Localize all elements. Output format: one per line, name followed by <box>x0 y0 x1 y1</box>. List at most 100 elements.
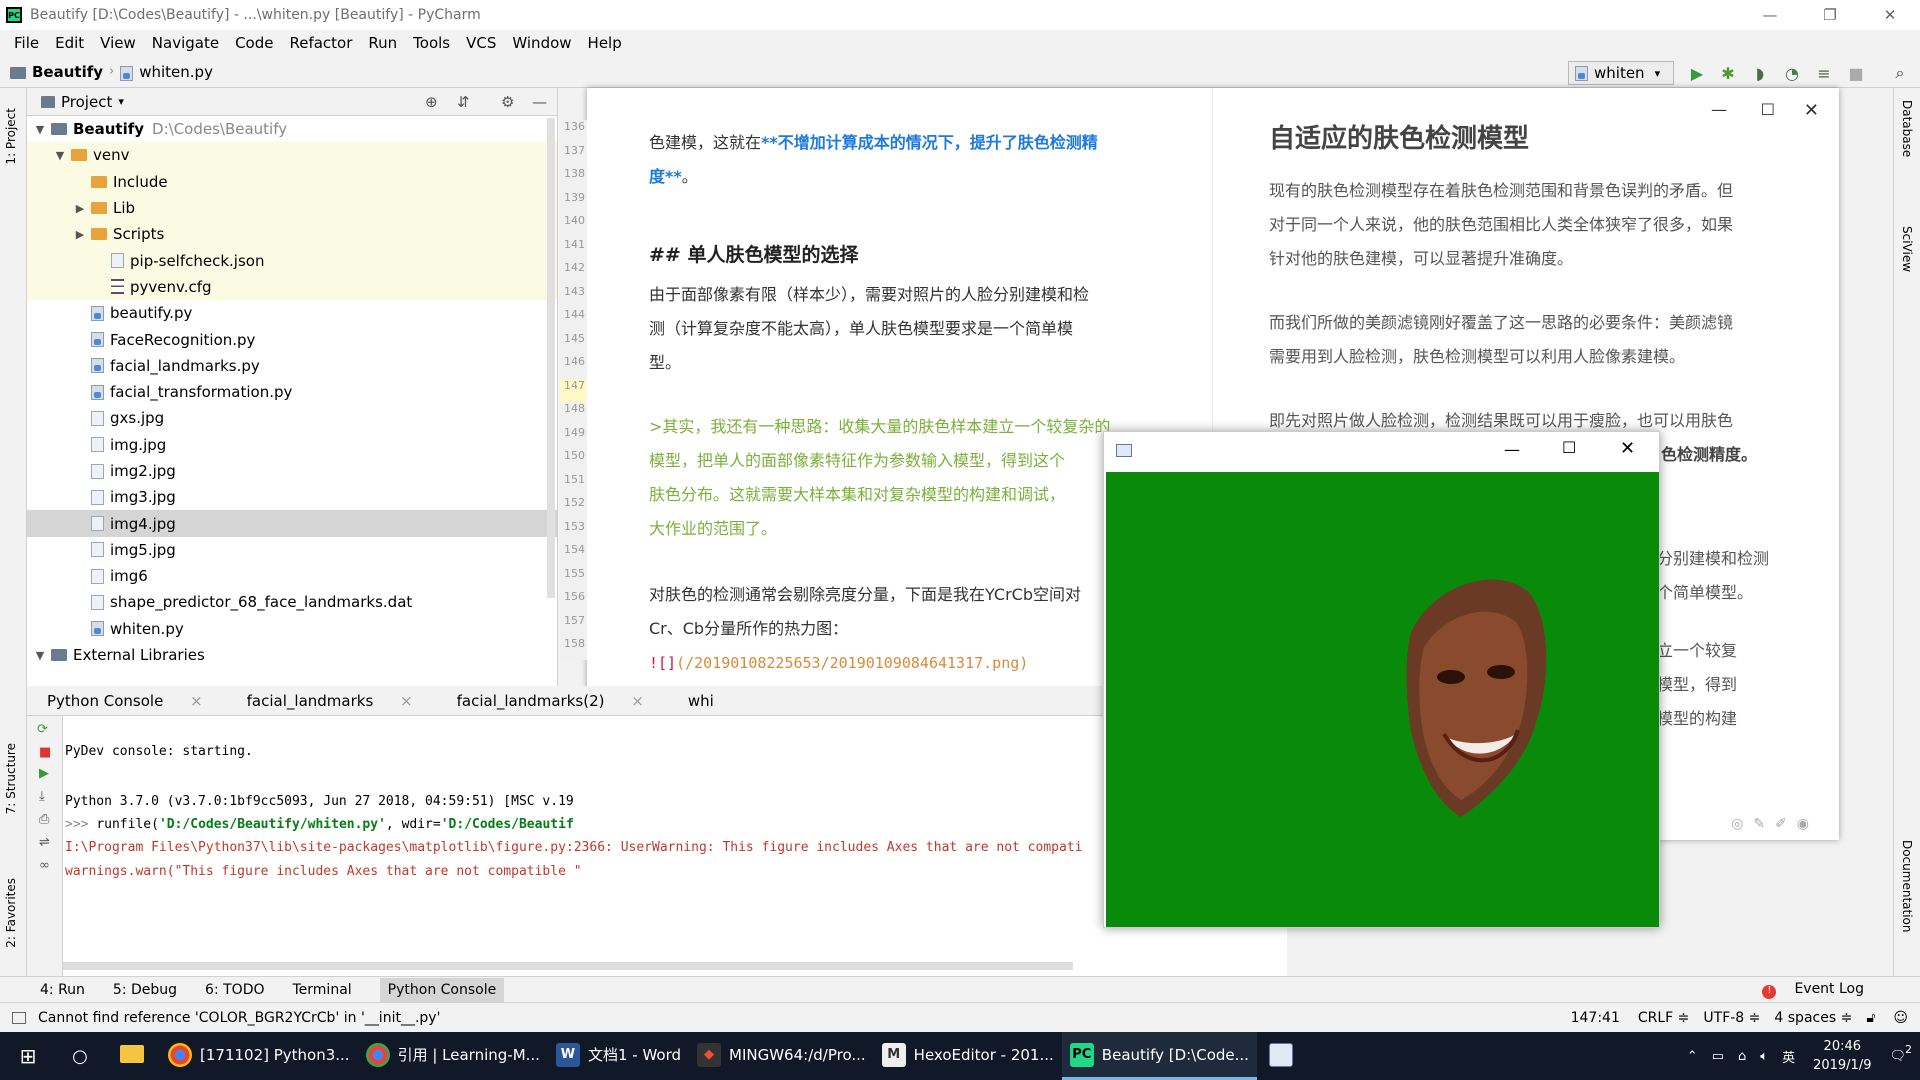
status-toggle-icon[interactable] <box>12 1011 26 1024</box>
scroll-end-icon[interactable]: ⤓ <box>27 785 62 808</box>
run-configuration-select[interactable]: whiten ▾ <box>1568 61 1674 85</box>
md-line[interactable]: 对肤色的检测通常会剔除亮度分量，下面是我在YCrCb空间对 <box>649 578 1149 612</box>
console-scrollbar[interactable] <box>63 962 1073 970</box>
expand-arrow-icon[interactable]: ▶ <box>73 228 87 241</box>
md-quote-line[interactable]: 大作业的范围了。 <box>649 512 1149 546</box>
python-console-tool-tab[interactable]: Python Console <box>379 977 505 1002</box>
tree-item[interactable]: img6 <box>27 563 557 589</box>
indent-setting[interactable]: 4 spaces ≑ <box>1774 1010 1852 1026</box>
md-line[interactable]: 型。 <box>649 346 1149 380</box>
image-maximize-button[interactable]: ☐ <box>1562 438 1576 457</box>
locate-icon[interactable]: ⊕ <box>425 93 438 111</box>
menu-view[interactable]: View <box>100 34 136 52</box>
event-log-tab[interactable]: ! Event Log <box>1748 981 1878 999</box>
coverage-icon[interactable]: ◗ <box>1750 63 1770 83</box>
hide-panel-icon[interactable]: — <box>532 93 547 111</box>
start-button[interactable]: ⊞ <box>0 1044 56 1068</box>
rerun-icon[interactable]: ⟳ <box>27 716 62 743</box>
tree-item[interactable]: img.jpg <box>27 432 557 458</box>
editor-close-button[interactable]: ✕ <box>1804 100 1819 121</box>
tree-item[interactable]: shape_predictor_68_face_landmarks.dat <box>27 589 557 615</box>
expand-arrow-icon[interactable]: ▼ <box>53 149 67 162</box>
tree-item[interactable]: beautify.py <box>27 300 557 326</box>
console-input-line[interactable]: >>> runfile('D:/Codes/Beautify/whiten.py… <box>65 817 574 832</box>
notifications-icon[interactable]: 🗨︎ 2 <box>1889 1043 1912 1064</box>
debug-tool-tab[interactable]: 5: Debug <box>113 982 177 998</box>
inspector-icon[interactable]: ☺ <box>1893 1010 1908 1026</box>
menu-refactor[interactable]: Refactor <box>289 34 352 52</box>
expand-arrow-icon[interactable]: ▼ <box>33 123 47 136</box>
close-tab-icon[interactable]: × <box>626 692 644 710</box>
taskbar-image-window[interactable] <box>1257 1032 1313 1080</box>
network-icon[interactable]: ⌂ <box>1738 1049 1746 1064</box>
tree-item[interactable]: img3.jpg <box>27 484 557 510</box>
menu-run[interactable]: Run <box>368 34 397 52</box>
close-tab-icon[interactable]: × <box>185 692 203 710</box>
tree-item[interactable]: pip-selfcheck.json <box>27 247 557 274</box>
md-line[interactable]: 色建模，这就在**不增加计算成本的情况下，提升了肤色检测精 <box>649 126 1149 160</box>
tree-item[interactable]: Include <box>27 168 557 195</box>
menu-vcs[interactable]: VCS <box>466 34 496 52</box>
search-icon[interactable]: ○ <box>56 1046 104 1067</box>
md-quote-line[interactable]: 模型，把单人的面部像素特征作为参数输入模型，得到这个 <box>649 444 1149 478</box>
taskbar-hexoeditor[interactable]: M HexoEditor - 201... <box>874 1032 1062 1080</box>
taskbar-pycharm[interactable]: PC Beautify [D:\Code... <box>1061 1032 1257 1080</box>
favorites-tool-tab[interactable]: 2: Favorites <box>4 878 18 948</box>
tree-item[interactable]: pyvenv.cfg <box>27 273 557 301</box>
breadcrumb-file[interactable]: whiten.py <box>120 63 213 81</box>
md-quote-line[interactable]: 肤色分布。这就需要大样本集和对复杂模型的构建和调试， <box>649 478 1149 512</box>
search-everywhere-icon[interactable]: ⌕ <box>1890 63 1910 83</box>
minimize-button[interactable]: — <box>1740 0 1800 30</box>
restore-button[interactable]: ❐ <box>1800 0 1860 30</box>
execute-icon[interactable]: ▶ <box>27 762 62 785</box>
tree-item[interactable]: ▼ venv <box>27 142 557 169</box>
taskbar-chrome-python[interactable]: [171102] Python3... <box>160 1032 358 1080</box>
tree-item[interactable]: whiten.py <box>27 616 557 642</box>
project-panel-title[interactable]: Project <box>61 93 112 111</box>
variables-icon[interactable]: ∞ <box>27 854 62 877</box>
tree-item[interactable]: ▶ Lib <box>27 194 557 222</box>
settings-gear-icon[interactable]: ⚙ <box>501 93 514 111</box>
taskbar-chrome-learning[interactable]: 引用 | Learning-M... <box>358 1032 548 1080</box>
run-icon[interactable]: ▶ <box>1687 63 1707 83</box>
menu-file[interactable]: File <box>14 34 39 52</box>
md-heading[interactable]: ## 单人肤色模型的选择 <box>649 238 1149 272</box>
volume-icon[interactable]: 🔈︎ <box>1760 1049 1768 1064</box>
md-line[interactable]: 度**。 <box>649 160 1149 194</box>
project-tool-tab[interactable]: 1: Project <box>4 108 18 165</box>
md-line[interactable]: 由于面部像素有限（样本少），需要对照片的人脸分别建模和检 <box>649 278 1149 312</box>
close-tab-icon[interactable]: × <box>395 692 413 710</box>
clock[interactable]: 20:46 2019/1/9 <box>1813 1037 1871 1075</box>
print-icon[interactable]: ⎙ <box>27 808 62 831</box>
expand-arrow-icon[interactable]: ▼ <box>33 649 47 662</box>
tree-scrollbar[interactable] <box>547 118 555 598</box>
cursor-position[interactable]: 147:41 <box>1571 1010 1620 1026</box>
editor-minimize-button[interactable]: — <box>1711 100 1727 119</box>
menu-help[interactable]: Help <box>588 34 622 52</box>
taskbar-word[interactable]: W 文档1 - Word <box>548 1032 689 1080</box>
md-line[interactable]: 测（计算复杂度不能太高），单人肤色模型要求是一个简单模 <box>649 312 1149 346</box>
structure-tool-tab[interactable]: 7: Structure <box>4 743 18 814</box>
breadcrumb-project[interactable]: Beautify <box>10 63 103 81</box>
database-tool-tab[interactable]: Database <box>1900 100 1914 157</box>
image-minimize-button[interactable]: — <box>1504 440 1520 459</box>
tree-item[interactable]: ▼ External Libraries <box>27 642 557 668</box>
tree-item[interactable]: img4.jpg <box>27 510 557 537</box>
console-tab[interactable]: facial_landmarks(2) × <box>457 692 666 710</box>
collapse-icon[interactable]: ⇵ <box>457 93 470 111</box>
image-close-button[interactable]: ✕ <box>1620 438 1635 459</box>
file-explorer-icon[interactable] <box>104 1045 160 1067</box>
menu-code[interactable]: Code <box>235 34 273 52</box>
stop-icon[interactable]: ■ <box>1846 63 1866 83</box>
console-tab[interactable]: whi <box>688 692 736 710</box>
line-separator[interactable]: CRLF ≑ <box>1638 1010 1690 1026</box>
md-image-link[interactable]: ![](/20190108225653/20190109084641317.pn… <box>649 646 1149 680</box>
soft-wrap-icon[interactable]: ⇌ <box>27 831 62 854</box>
taskbar-mingw[interactable]: ◆ MINGW64:/d/Pro... <box>689 1032 874 1080</box>
preview-toolbar-icons[interactable]: ◎✎✐◉ <box>1731 816 1819 832</box>
menu-window[interactable]: Window <box>512 34 571 52</box>
tree-item[interactable]: ▼ Beautify D:\Codes\Beautify <box>27 116 557 142</box>
run-tool-tab[interactable]: 4: Run <box>40 982 85 998</box>
menu-edit[interactable]: Edit <box>55 34 84 52</box>
md-quote-line[interactable]: >其实，我还有一种思路：收集大量的肤色样本建立一个较复杂的 <box>649 410 1149 444</box>
